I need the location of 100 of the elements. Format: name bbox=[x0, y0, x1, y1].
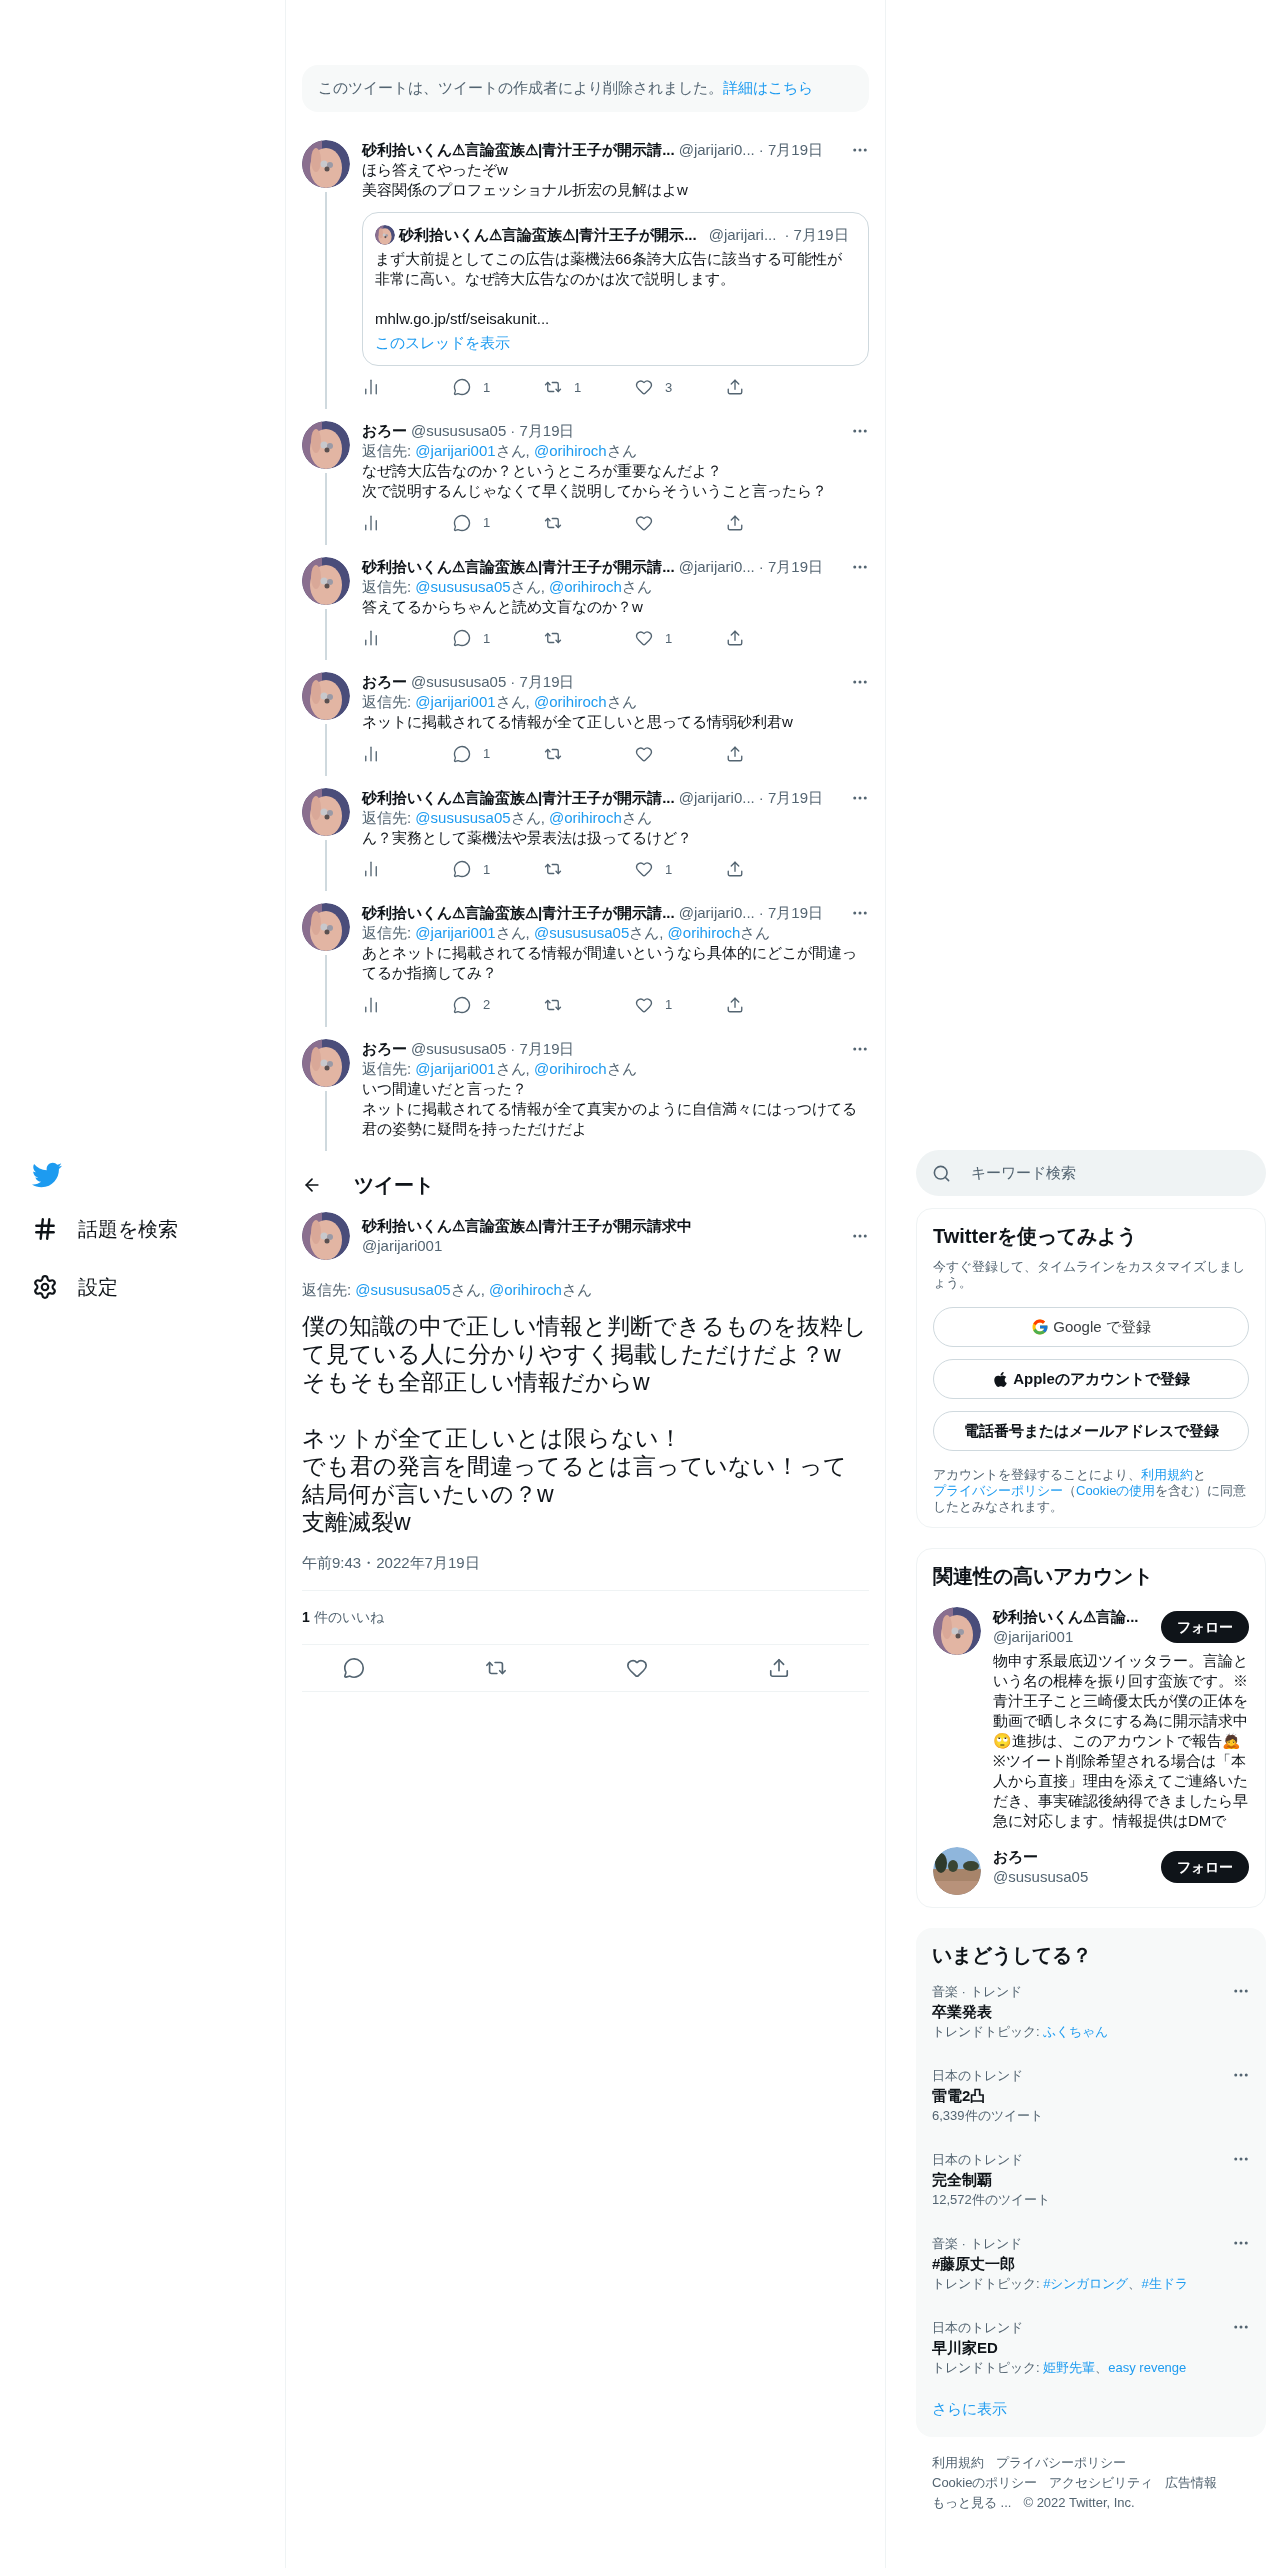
tweet-text: 僕の知識の中で正しい情報と判断できるものを抜粋して見ている人に分かりやすく掲載しただけだよ？w bbox=[302, 1311, 868, 1368]
mention-link[interactable]: @jarijari001 bbox=[415, 1059, 496, 1077]
mention-link[interactable]: @jarijari001 bbox=[415, 924, 496, 941]
footer-link[interactable]: もっと見る ... bbox=[932, 2492, 1012, 2513]
retweet-button[interactable]: 1 bbox=[544, 377, 604, 397]
bird-logo-icon[interactable] bbox=[32, 1160, 62, 1190]
footer-link[interactable]: Cookieのポリシー bbox=[932, 2472, 1038, 2493]
views-chart-icon bbox=[362, 995, 380, 1014]
tweet-text: 支離滅裂w bbox=[302, 1507, 412, 1536]
footer-link[interactable]: 利用規約 bbox=[932, 2452, 984, 2473]
apple-icon bbox=[992, 1370, 1010, 1388]
show-thread-link[interactable]: このスレッドを表示 bbox=[375, 332, 856, 353]
follow-button[interactable]: フォロー bbox=[1161, 1611, 1249, 1643]
tweet-text: ん？実務として薬機法や景表法は扱ってるけど？ bbox=[362, 827, 693, 848]
mention-link[interactable]: @susususa05 bbox=[355, 1280, 451, 1298]
heart-icon bbox=[635, 744, 653, 763]
settings-icon bbox=[32, 1274, 58, 1300]
trend-title: #藤原丈一郎 bbox=[932, 2254, 1017, 2274]
reply-to-line: 返信先: @jarijari001さん, @susususa05さん, @orihirochさん bbox=[362, 923, 772, 943]
quoted-tweet-card[interactable]: 砂利拾いくん⚠言論蛮族⚠|青汁王子が開示... @jarijari... · 7月19日 まず大前提としてこの広告は薬機法66条誇大広告に該当する可能性が非常に高い。なぜ誇大広告なのかは次で説明します。 mhlw.go.jp/stf/seisakunit... このスレッドを表示 bbox=[362, 211, 869, 366]
reply-button[interactable]: 1 bbox=[453, 744, 513, 764]
account-name: 砂利拾いくん⚠言論... bbox=[993, 1607, 1140, 1627]
account-handle: @jarijari001 bbox=[993, 1627, 1075, 1647]
like-button[interactable]: 3 bbox=[635, 377, 695, 397]
trend-item[interactable]: 日本のトレンド 雷電2凸 6,339件のツイート bbox=[916, 2054, 1266, 2138]
legal-link[interactable]: Cookieの使用 bbox=[1076, 1483, 1156, 1498]
author-handle: @susususa05 bbox=[411, 672, 507, 692]
trend-item[interactable]: 音楽 · トレンド #藤原丈一郎 トレンドトピック: #シンガロング、#生ドラ bbox=[916, 2222, 1266, 2306]
trend-item[interactable]: 音楽 · トレンド 卒業発表 トレンドトピック: ふくちゃん bbox=[916, 1970, 1266, 2054]
follow-button[interactable]: フォロー bbox=[1161, 1851, 1249, 1883]
share-icon bbox=[726, 995, 744, 1014]
author-name: おろー bbox=[362, 421, 407, 441]
reply-button[interactable]: 2 bbox=[453, 995, 513, 1015]
reply-button[interactable]: 1 bbox=[453, 859, 513, 879]
mention-link[interactable]: @susususa05 bbox=[415, 808, 511, 826]
mention-link[interactable]: @susususa05 bbox=[533, 924, 630, 941]
tweet-date: · 7月19日 bbox=[510, 1038, 575, 1059]
tweet-date: · 7月19日 bbox=[510, 672, 575, 692]
reply-to-line: 返信先: @jarijari001さん, @orihirochさん bbox=[362, 692, 638, 712]
mention-link[interactable]: @orihiroch bbox=[548, 577, 622, 595]
author-name: おろー bbox=[362, 1038, 407, 1059]
thread-line bbox=[325, 724, 327, 776]
search-field[interactable]: キーワード検索 bbox=[916, 1150, 1266, 1196]
nav-item[interactable]: 設定 bbox=[20, 1258, 285, 1316]
mention-link[interactable]: @orihiroch bbox=[533, 693, 607, 710]
search-input[interactable]: キーワード検索 bbox=[971, 1161, 1250, 1185]
mention-link[interactable]: @orihiroch bbox=[667, 924, 741, 941]
author-handle: @jarijari0... bbox=[678, 556, 755, 577]
legal-link[interactable]: 利用規約 bbox=[1141, 1467, 1193, 1482]
heart-icon bbox=[635, 629, 653, 648]
mention-link[interactable]: @orihiroch bbox=[548, 808, 622, 826]
mention-link[interactable]: @orihiroch bbox=[533, 1059, 607, 1077]
heart-icon bbox=[626, 1657, 649, 1679]
reply-button[interactable]: 1 bbox=[453, 377, 513, 397]
footer-link[interactable]: 広告情報 bbox=[1165, 2472, 1218, 2493]
trend-context: 日本のトレンド bbox=[932, 2151, 1024, 2169]
tweet-text: なぜ誇大広告なのか？というところが重要なんだよ？ bbox=[362, 461, 723, 481]
like-button[interactable]: 1 bbox=[635, 859, 695, 879]
footer-link[interactable]: プライバシーポリシー bbox=[996, 2452, 1126, 2473]
views-chart-icon bbox=[362, 860, 380, 879]
account-bio: 物申す系最底辺ツイッタラー。言論という名の棍棒を振り回す蛮族です。※青汁王子こと三崎優太氏が僕の正体を動画で晒しネタにする為に開示請求中🙄進捗は、このアカウントで報告🙇※ツイート削除希望される場合は「本人から直接」理由を添えてご連絡いただき、事実確認後納得できましたら早急に対応します。情報提供はDMで bbox=[993, 1651, 1249, 1831]
like-button[interactable]: 1 bbox=[635, 995, 695, 1015]
mention-link[interactable]: @jarijari001 bbox=[415, 693, 496, 710]
tweet-date: · 7月19日 bbox=[758, 903, 823, 923]
share-icon bbox=[726, 860, 744, 879]
reply-icon bbox=[342, 1657, 365, 1679]
tweet-text: そもそも全部正しい情報だからw bbox=[302, 1367, 651, 1396]
author-name: 砂利拾いくん⚠言論蛮族⚠|青汁王子が開示請... bbox=[362, 556, 675, 577]
trend-context: 音楽 · トレンド bbox=[932, 2235, 1023, 2253]
thread-line bbox=[325, 955, 327, 1027]
share-icon bbox=[726, 629, 744, 648]
like-button[interactable]: 1 bbox=[635, 628, 695, 648]
reply-button[interactable]: 1 bbox=[453, 513, 513, 533]
tweet-text: ネットに掲載されてる情報が全て真実かのように自信満々にはっつけてる bbox=[362, 1098, 858, 1119]
views-chart-icon bbox=[362, 513, 380, 532]
footer-link[interactable]: © 2022 Twitter, Inc. bbox=[1023, 2492, 1135, 2513]
heart-icon bbox=[635, 378, 653, 397]
tweet-text: 君の姿勢に疑問を持っただけだよ bbox=[362, 1118, 588, 1139]
card-title: 関連性の高いアカウント bbox=[933, 1564, 1154, 1589]
nav-item[interactable]: 話題を検索 bbox=[20, 1200, 285, 1258]
mention-link[interactable]: @susususa05 bbox=[415, 577, 511, 595]
heart-icon bbox=[635, 513, 653, 532]
trend-item[interactable]: 日本のトレンド 早川家ED トレンドトピック: 姫野先輩、easy revenge bbox=[916, 2306, 1266, 2390]
hashtag-icon bbox=[32, 1216, 58, 1242]
mention-link[interactable]: @jarijari001 bbox=[415, 442, 496, 459]
author-handle: @susususa05 bbox=[411, 1038, 507, 1059]
legal-link[interactable]: プライバシーポリシー bbox=[933, 1483, 1063, 1498]
trend-context: 音楽 · トレンド bbox=[932, 1983, 1023, 2001]
footer-link[interactable]: アクセシビリティ bbox=[1049, 2472, 1154, 2493]
notice-text: このツイートは、ツイートの作成者により削除されました。 bbox=[318, 79, 723, 96]
trend-item[interactable]: 日本のトレンド 完全制覇 12,572件のツイート bbox=[916, 2138, 1266, 2222]
tweet-date: · 7月19日 bbox=[758, 139, 823, 160]
reply-button[interactable]: 1 bbox=[453, 628, 513, 648]
thread-line bbox=[325, 473, 327, 545]
author-name: おろー bbox=[362, 672, 407, 692]
reply-to-line: 返信先: @susususa05さん, @orihirochさん bbox=[362, 576, 653, 597]
tweet-text: 美容関係のプロフェッショナル折宏の見解はよw bbox=[362, 179, 689, 200]
mention-link[interactable]: @orihiroch bbox=[488, 1280, 562, 1298]
tweet-text: でも君の発言を間違ってるとは言っていない！って bbox=[302, 1451, 848, 1480]
mention-link[interactable]: @orihiroch bbox=[533, 442, 607, 459]
